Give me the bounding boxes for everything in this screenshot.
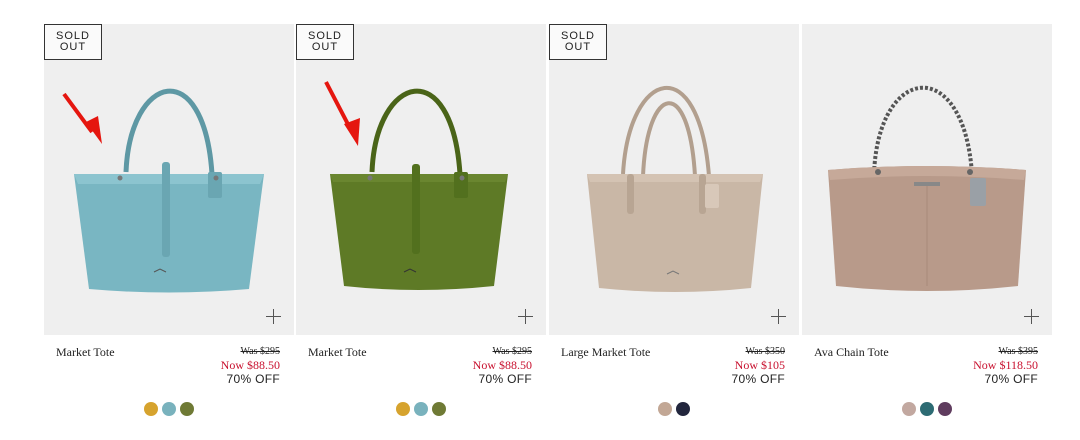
color-swatches xyxy=(549,402,799,416)
sold-out-badge: SOLD OUT xyxy=(549,24,607,60)
now-price: Now $88.50 xyxy=(220,358,280,372)
discount-label: 70% OFF xyxy=(984,372,1038,386)
was-price: Was $350 xyxy=(745,346,785,357)
now-price: Now $118.50 xyxy=(973,358,1038,372)
red-arrow-icon xyxy=(324,81,360,146)
price-block: Was $295 Now $88.50 70% OFF xyxy=(473,346,532,387)
color-swatch[interactable] xyxy=(920,402,934,416)
discount-label: 70% OFF xyxy=(226,372,280,386)
color-swatches xyxy=(802,402,1052,416)
product-name[interactable]: Large Market Tote xyxy=(561,345,650,360)
product-card[interactable]: SOLD OUT Large Market Tote Was $350 Now … xyxy=(549,24,799,424)
plus-icon[interactable] xyxy=(1024,309,1040,325)
product-image[interactable] xyxy=(802,24,1052,335)
now-price: Now $88.50 xyxy=(472,358,532,372)
price-block: Was $295 Now $88.50 70% OFF xyxy=(221,346,280,387)
sold-out-line2: OUT xyxy=(311,41,339,53)
price-block: Was $350 Now $105 70% OFF xyxy=(732,346,785,387)
product-name[interactable]: Ava Chain Tote xyxy=(814,345,889,360)
product-card[interactable]: SOLD OUT Market Tote Was $295 Now $88.50… xyxy=(296,24,546,424)
plus-icon[interactable] xyxy=(771,309,787,325)
discount-label: 70% OFF xyxy=(731,372,785,386)
color-swatch[interactable] xyxy=(162,402,176,416)
was-price: Was $295 xyxy=(492,346,532,357)
sold-out-line2: OUT xyxy=(59,41,87,53)
product-name[interactable]: Market Tote xyxy=(56,345,115,360)
product-image[interactable]: SOLD OUT xyxy=(549,24,799,335)
color-swatch[interactable] xyxy=(902,402,916,416)
product-grid: SOLD OUT Market Tote Was $295 Now $88.50… xyxy=(44,24,1052,424)
plus-icon[interactable] xyxy=(266,309,282,325)
color-swatch[interactable] xyxy=(676,402,690,416)
product-image[interactable]: SOLD OUT xyxy=(296,24,546,335)
product-card[interactable]: Ava Chain Tote Was $395 Now $118.50 70% … xyxy=(802,24,1052,424)
discount-label: 70% OFF xyxy=(478,372,532,386)
color-swatch[interactable] xyxy=(658,402,672,416)
sold-out-line2: OUT xyxy=(564,41,592,53)
sold-out-badge: SOLD OUT xyxy=(296,24,354,60)
ava-chain-tote-image xyxy=(828,85,1026,291)
now-price: Now $105 xyxy=(734,358,785,372)
color-swatches xyxy=(296,402,546,416)
color-swatch[interactable] xyxy=(414,402,428,416)
color-swatch[interactable] xyxy=(396,402,410,416)
was-price: Was $295 xyxy=(240,346,280,357)
red-arrow-icon xyxy=(62,92,102,144)
market-tote-teal-image xyxy=(74,88,264,293)
product-image[interactable]: SOLD OUT xyxy=(44,24,294,335)
product-card[interactable]: SOLD OUT Market Tote Was $295 Now $88.50… xyxy=(44,24,294,424)
was-price: Was $395 xyxy=(998,346,1038,357)
color-swatches xyxy=(44,402,294,416)
price-block: Was $395 Now $118.50 70% OFF xyxy=(973,346,1038,387)
plus-icon[interactable] xyxy=(518,309,534,325)
color-swatch[interactable] xyxy=(144,402,158,416)
large-market-tote-image xyxy=(587,86,763,292)
color-swatch[interactable] xyxy=(180,402,194,416)
market-tote-green-image xyxy=(330,88,508,290)
product-name[interactable]: Market Tote xyxy=(308,345,367,360)
color-swatch[interactable] xyxy=(432,402,446,416)
sold-out-badge: SOLD OUT xyxy=(44,24,102,60)
color-swatch[interactable] xyxy=(938,402,952,416)
